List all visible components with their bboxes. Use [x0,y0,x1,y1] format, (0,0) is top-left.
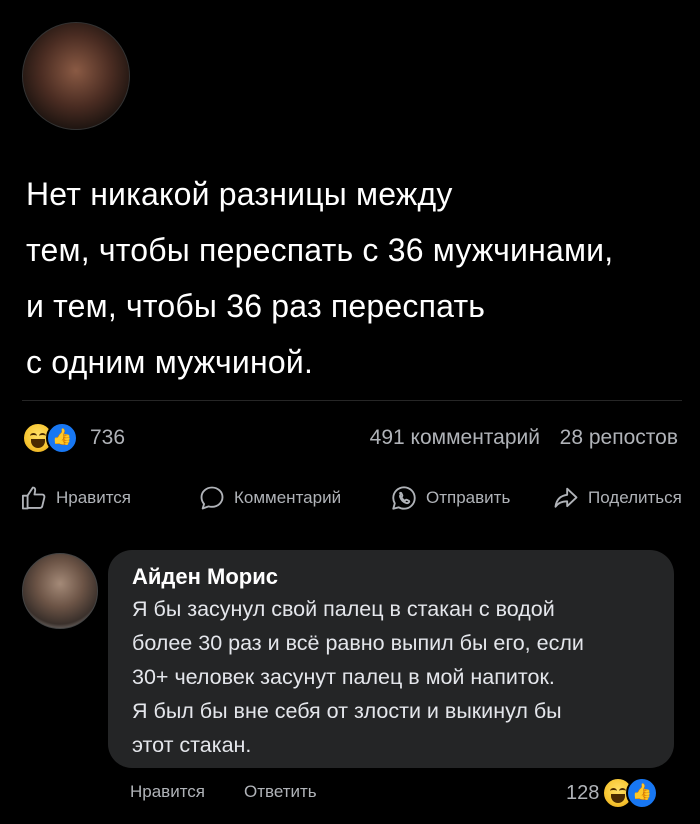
comment-text-line: Я был бы вне себя от злости и выкинул бы [132,699,562,723]
comment-button-label: Комментарий [234,488,342,507]
comment-bubble-icon [200,486,224,510]
comment-bubble: Айден Морис Я бы засунул свой палец в ст… [108,550,674,768]
send-button-label: Отправить [426,488,511,507]
share-button[interactable]: Поделиться [552,480,682,516]
comment-reply-button[interactable]: Ответить [244,782,317,802]
comment-reactions[interactable]: 128 👍 [562,776,682,810]
post-author-avatar[interactable] [22,22,130,130]
thumbs-up-icon [21,486,46,510]
comment-reaction-count: 128 [566,782,600,804]
comment-text: Я бы засунул свой палец в стакан с водой… [132,592,662,762]
comment-like-button[interactable]: Нравится [130,782,205,802]
whatsapp-icon [392,486,416,510]
comment-text-line: Я бы засунул свой палец в стакан с водой [132,597,555,621]
post-text: Нет никакой разницы между тем, чтобы пер… [26,166,686,390]
repost-count[interactable]: 28 репостов [560,426,678,450]
comment-text-line: 30+ человек засунут палец в мой напиток. [132,665,555,689]
comment-text-line: более 30 раз и всё равно выпил бы его, е… [132,631,584,655]
like-thumb-icon: 👍 [46,422,78,454]
post-text-line: тем, чтобы переспать с 36 мужчинами, [26,232,614,268]
comment-button[interactable]: Комментарий [198,480,341,516]
post-text-line: и тем, чтобы 36 раз переспать [26,288,486,324]
post-actions: Нравится Комментарий Отправить Поделитьс… [20,480,684,516]
reaction-count[interactable]: 736 [90,426,125,450]
post-stats: 👍 736 491 комментарий 28 репостов [22,420,682,456]
divider [22,400,682,401]
commenter-avatar[interactable] [22,553,98,629]
post-text-line: Нет никакой разницы между [26,176,453,212]
like-thumb-icon: 👍 [626,777,658,809]
send-button[interactable]: Отправить [390,480,510,516]
like-button-label: Нравится [56,488,132,507]
reaction-icons[interactable]: 👍 [22,422,82,454]
share-button-label: Поделиться [588,488,682,507]
post-text-line: с одним мужчиной. [26,344,314,380]
comment-count[interactable]: 491 комментарий [370,426,540,450]
comment-author[interactable]: Айден Морис [132,564,278,590]
comment-text-line: этот стакан. [132,733,252,757]
share-arrow-icon [554,487,578,508]
like-button[interactable]: Нравится [20,480,131,516]
